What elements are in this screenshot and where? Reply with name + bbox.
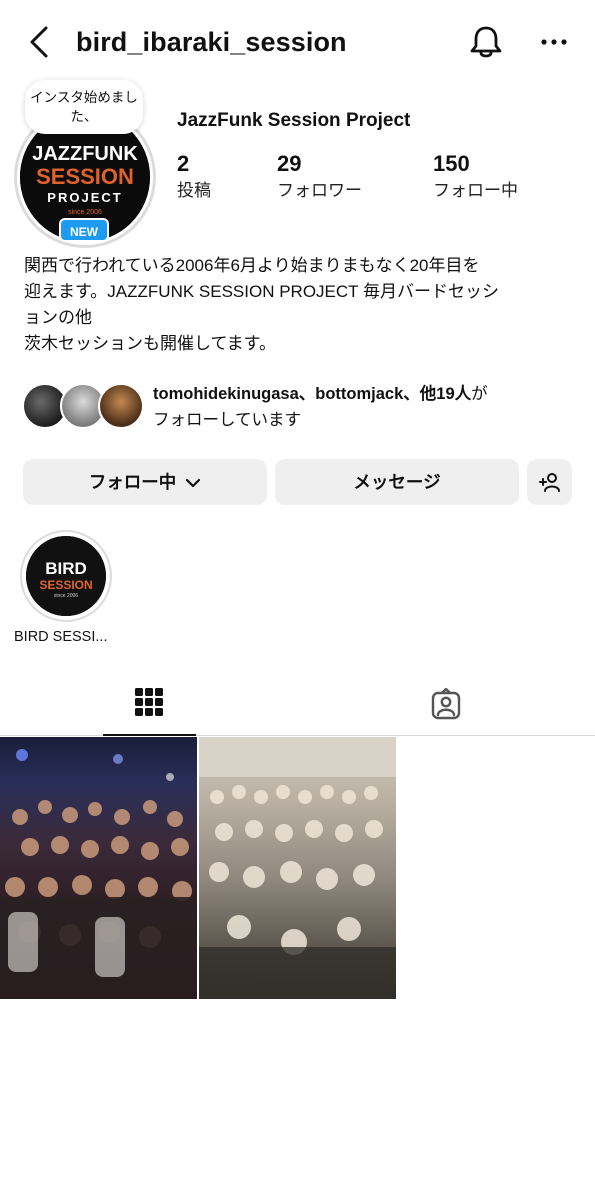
bird-session-logo: BIRD SESSION since 2006	[26, 536, 106, 616]
mutual-avatar	[98, 383, 144, 429]
message-button[interactable]: メッセージ	[275, 459, 519, 505]
post-photo-group-concert	[0, 749, 197, 999]
bio-line: ョンの他	[24, 308, 92, 327]
tab-tagged[interactable]	[400, 676, 493, 736]
logo-text-project: PROJECT	[47, 190, 122, 205]
note-bubble[interactable]: インスタ始めました、	[25, 80, 143, 134]
stat-label: フォロー中	[433, 181, 518, 200]
mutual-avatars[interactable]	[22, 383, 146, 431]
post-photo-group-sepia	[199, 737, 396, 999]
bio-line: 迎えます。JAZZFUNK SESSION PROJECT 毎月バードセッシ	[24, 282, 499, 301]
hl-logo-since: since 2006	[54, 593, 78, 599]
mutual-suffix: が	[471, 385, 488, 403]
mutual-line2: フォローしています	[153, 411, 302, 429]
display-name: JazzFunk Session Project	[177, 110, 411, 131]
hl-logo-bird: BIRD	[45, 559, 87, 578]
username-title: bird_ibaraki_session	[76, 27, 347, 57]
mutual-names: tomohidekinugasa、bottomjack、他19人	[153, 385, 472, 403]
logo-text-session: SESSION	[36, 164, 134, 189]
note-text: インスタ始めました、	[30, 90, 138, 124]
bio-line: 関西で行われている2006年6月より始まりまもなく20年目を	[24, 256, 480, 275]
logo-text-since: since 2006	[68, 209, 102, 216]
stat-label: 投稿	[177, 181, 211, 200]
post-thumbnail[interactable]	[199, 737, 396, 999]
tagged-icon	[431, 688, 461, 720]
more-icon	[541, 39, 567, 45]
tab-posts-grid[interactable]	[103, 676, 196, 736]
new-badge: NEW	[59, 218, 109, 242]
following-button[interactable]: フォロー中	[23, 459, 267, 505]
stat-followers[interactable]: 29 フォロワー	[277, 150, 362, 204]
bell-icon	[470, 26, 502, 58]
following-label: フォロー中	[88, 472, 177, 492]
back-button[interactable]	[24, 24, 54, 60]
logo-text-jazzfunk: JAZZFUNK	[32, 143, 138, 165]
profile-header: bird_ibaraki_session	[0, 0, 595, 84]
content-tabs	[0, 676, 595, 736]
chevron-down-icon	[186, 479, 201, 488]
hl-logo-session: SESSION	[39, 578, 92, 592]
chevron-left-icon	[30, 26, 48, 58]
stat-value: 2	[177, 151, 190, 176]
highlight-label: BIRD SESSI...	[14, 629, 108, 645]
highlight-bird-session[interactable]: BIRD SESSION since 2006	[26, 536, 106, 616]
stat-value: 150	[433, 151, 470, 176]
mutual-followers-text[interactable]: tomohidekinugasa、bottomjack、他19人が フォローして…	[153, 381, 573, 433]
bio: 関西で行われている2006年6月より始まりまもなく20年目を 迎えます。JAZZ…	[24, 253, 574, 357]
bio-line: 茨木セッションも開催してます。	[24, 334, 276, 353]
stat-value: 29	[277, 151, 302, 176]
suggest-people-button[interactable]	[527, 459, 572, 505]
stat-following[interactable]: 150 フォロー中	[433, 150, 518, 204]
grid-icon	[135, 688, 163, 716]
notifications-button[interactable]	[466, 22, 506, 62]
message-label: メッセージ	[353, 472, 441, 492]
stat-posts[interactable]: 2 投稿	[177, 150, 211, 204]
post-thumbnail[interactable]	[0, 737, 197, 999]
add-person-icon	[538, 473, 560, 492]
more-options-button[interactable]	[536, 24, 572, 60]
stat-label: フォロワー	[277, 181, 362, 200]
